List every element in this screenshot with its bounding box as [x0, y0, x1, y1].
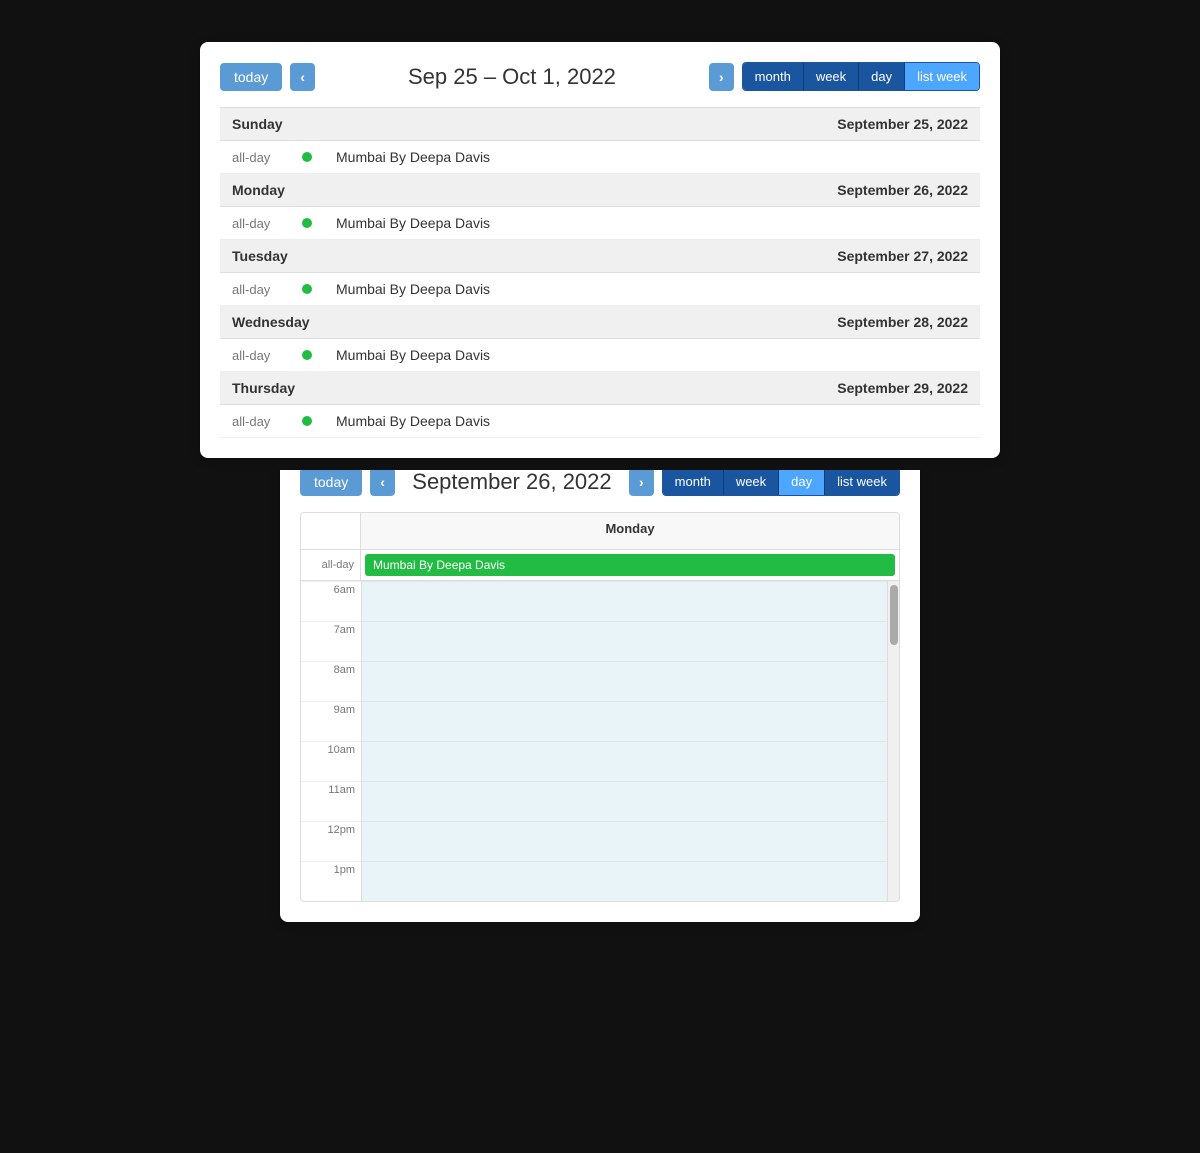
day-header-row: Tuesday September 27, 2022 — [220, 240, 980, 273]
time-slot-label: 12pm — [301, 821, 361, 861]
top-prev-button[interactable]: ‹ — [290, 63, 315, 91]
bottom-prev-button[interactable]: ‹ — [370, 468, 395, 496]
event-row[interactable]: all-day Mumbai By Deepa Davis — [220, 141, 980, 174]
event-dot-cell — [290, 273, 324, 306]
bottom-day-btn[interactable]: day — [779, 468, 825, 495]
bottom-week-btn[interactable]: week — [724, 468, 779, 495]
day-date: September 26, 2022 — [324, 174, 980, 207]
day-date: September 25, 2022 — [324, 108, 980, 141]
allday-event-bar[interactable]: Mumbai By Deepa Davis — [365, 554, 895, 576]
event-title[interactable]: Mumbai By Deepa Davis — [324, 141, 980, 174]
time-grid: 6am7am8am9am10am11am12pm1pm — [301, 581, 899, 901]
event-color-dot — [302, 284, 312, 294]
bottom-next-button[interactable]: › — [629, 468, 654, 496]
day-header-row: Wednesday September 28, 2022 — [220, 306, 980, 339]
time-line — [362, 741, 887, 781]
day-header-row: Sunday September 25, 2022 — [220, 108, 980, 141]
bottom-toolbar: today ‹ September 26, 2022 › month week … — [300, 467, 900, 496]
event-time: all-day — [220, 405, 290, 438]
event-time: all-day — [220, 339, 290, 372]
top-listweek-btn[interactable]: list week — [905, 63, 979, 90]
event-time: all-day — [220, 141, 290, 174]
day-date: September 27, 2022 — [324, 240, 980, 273]
top-week-btn[interactable]: week — [804, 63, 859, 90]
day-column-header: Monday — [361, 513, 899, 549]
scrollbar-thumb[interactable] — [890, 585, 898, 645]
event-color-dot — [302, 416, 312, 426]
day-name: Tuesday — [220, 240, 324, 273]
allday-row: all-day Mumbai By Deepa Davis — [301, 550, 899, 581]
top-toolbar: today ‹ Sep 25 – Oct 1, 2022 › month wee… — [220, 62, 980, 91]
allday-label: all-day — [301, 550, 361, 580]
day-name: Monday — [220, 174, 324, 207]
bottom-date-title: September 26, 2022 — [403, 469, 621, 495]
day-date: September 29, 2022 — [324, 372, 980, 405]
time-slot-label: 7am — [301, 621, 361, 661]
time-slot-label: 1pm — [301, 861, 361, 901]
event-row[interactable]: all-day Mumbai By Deepa Davis — [220, 207, 980, 240]
event-title[interactable]: Mumbai By Deepa Davis — [324, 273, 980, 306]
day-grid-column[interactable] — [361, 581, 887, 901]
bottom-view-buttons: month week day list week — [662, 467, 900, 496]
event-color-dot — [302, 350, 312, 360]
time-slot-label: 8am — [301, 661, 361, 701]
time-line — [362, 701, 887, 741]
top-view-buttons: month week day list week — [742, 62, 980, 91]
top-month-btn[interactable]: month — [743, 63, 804, 90]
time-line — [362, 621, 887, 661]
event-dot-cell — [290, 141, 324, 174]
event-time: all-day — [220, 207, 290, 240]
scrollbar[interactable] — [887, 581, 899, 901]
event-time: all-day — [220, 273, 290, 306]
event-row[interactable]: all-day Mumbai By Deepa Davis — [220, 339, 980, 372]
allday-event-cell[interactable]: Mumbai By Deepa Davis — [361, 550, 899, 580]
top-today-button[interactable]: today — [220, 63, 282, 91]
top-day-btn[interactable]: day — [859, 63, 905, 90]
event-title[interactable]: Mumbai By Deepa Davis — [324, 339, 980, 372]
time-line — [362, 781, 887, 821]
time-slots-labels: 6am7am8am9am10am11am12pm1pm — [301, 581, 361, 901]
day-date: September 28, 2022 — [324, 306, 980, 339]
day-header-row: Thursday September 29, 2022 — [220, 372, 980, 405]
bottom-today-button[interactable]: today — [300, 468, 362, 496]
bottom-month-btn[interactable]: month — [663, 468, 724, 495]
event-row[interactable]: all-day Mumbai By Deepa Davis — [220, 405, 980, 438]
event-title[interactable]: Mumbai By Deepa Davis — [324, 207, 980, 240]
time-line — [362, 821, 887, 861]
day-name: Thursday — [220, 372, 324, 405]
time-slot-label: 6am — [301, 581, 361, 621]
day-name: Wednesday — [220, 306, 324, 339]
top-date-range: Sep 25 – Oct 1, 2022 — [323, 64, 701, 90]
event-color-dot — [302, 218, 312, 228]
event-title[interactable]: Mumbai By Deepa Davis — [324, 405, 980, 438]
top-next-button[interactable]: › — [709, 63, 734, 91]
time-line — [362, 581, 887, 621]
time-slot-label: 9am — [301, 701, 361, 741]
time-line — [362, 661, 887, 701]
event-row[interactable]: all-day Mumbai By Deepa Davis — [220, 273, 980, 306]
time-slot-label: 10am — [301, 741, 361, 781]
day-header-row: Monday September 26, 2022 — [220, 174, 980, 207]
event-dot-cell — [290, 207, 324, 240]
event-color-dot — [302, 152, 312, 162]
day-view-header: Monday — [301, 513, 899, 550]
event-dot-cell — [290, 339, 324, 372]
time-slot-label: 11am — [301, 781, 361, 821]
bottom-listweek-btn[interactable]: list week — [825, 468, 899, 495]
time-line — [362, 861, 887, 901]
event-dot-cell — [290, 405, 324, 438]
list-table: Sunday September 25, 2022 all-day Mumbai… — [220, 107, 980, 438]
day-name: Sunday — [220, 108, 324, 141]
